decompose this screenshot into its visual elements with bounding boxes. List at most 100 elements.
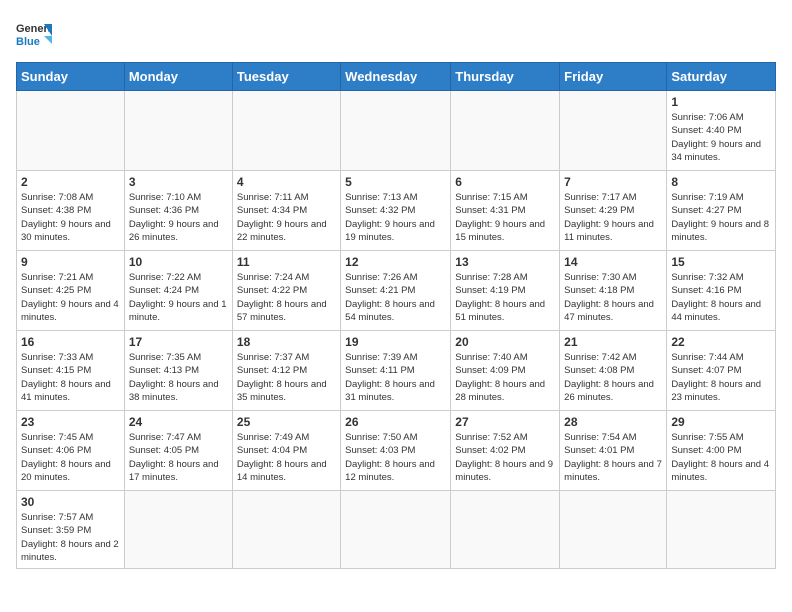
calendar-week-row: 2 Sunrise: 7:08 AM Sunset: 4:38 PM Daylig… bbox=[17, 171, 776, 251]
day-info: Sunrise: 7:45 AM Sunset: 4:06 PM Dayligh… bbox=[21, 431, 120, 484]
calendar-day-cell: 11 Sunrise: 7:24 AM Sunset: 4:22 PM Dayli… bbox=[232, 251, 340, 331]
calendar-day-cell bbox=[232, 91, 340, 171]
calendar-day-cell bbox=[560, 91, 667, 171]
calendar-day-cell: 6Sunrise: 7:15 AM Sunset: 4:31 PM Daylig… bbox=[451, 171, 560, 251]
day-number: 12 bbox=[345, 255, 446, 269]
calendar-day-cell: 8Sunrise: 7:19 AM Sunset: 4:27 PM Daylig… bbox=[667, 171, 776, 251]
day-info: Sunrise: 7:40 AM Sunset: 4:09 PM Dayligh… bbox=[455, 351, 555, 404]
calendar-day-cell: 7 Sunrise: 7:17 AM Sunset: 4:29 PM Daylig… bbox=[560, 171, 667, 251]
calendar-day-header: Friday bbox=[560, 63, 667, 91]
day-info: Sunrise: 7:13 AM Sunset: 4:32 PM Dayligh… bbox=[345, 191, 446, 244]
calendar-week-row: 23 Sunrise: 7:45 AM Sunset: 4:06 PM Dayli… bbox=[17, 411, 776, 491]
day-number: 16 bbox=[21, 335, 120, 349]
day-info: Sunrise: 7:52 AM Sunset: 4:02 PM Dayligh… bbox=[455, 431, 555, 484]
calendar-day-cell: 15Sunrise: 7:32 AM Sunset: 4:16 PM Dayli… bbox=[667, 251, 776, 331]
day-number: 28 bbox=[564, 415, 662, 429]
logo: General Blue bbox=[16, 16, 52, 52]
calendar-table: SundayMondayTuesdayWednesdayThursdayFrid… bbox=[16, 62, 776, 569]
day-info: Sunrise: 7:33 AM Sunset: 4:15 PM Dayligh… bbox=[21, 351, 120, 404]
calendar-day-header: Wednesday bbox=[341, 63, 451, 91]
day-info: Sunrise: 7:10 AM Sunset: 4:36 PM Dayligh… bbox=[129, 191, 228, 244]
day-info: Sunrise: 7:11 AM Sunset: 4:34 PM Dayligh… bbox=[237, 191, 336, 244]
calendar-day-cell: 25 Sunrise: 7:49 AM Sunset: 4:04 PM Dayli… bbox=[232, 411, 340, 491]
day-info: Sunrise: 7:15 AM Sunset: 4:31 PM Dayligh… bbox=[455, 191, 555, 244]
day-info: Sunrise: 7:44 AM Sunset: 4:07 PM Dayligh… bbox=[671, 351, 771, 404]
calendar-day-header: Tuesday bbox=[232, 63, 340, 91]
day-info: Sunrise: 7:54 AM Sunset: 4:01 PM Dayligh… bbox=[564, 431, 662, 484]
day-number: 23 bbox=[21, 415, 120, 429]
calendar-day-cell bbox=[341, 91, 451, 171]
day-info: Sunrise: 7:55 AM Sunset: 4:00 PM Dayligh… bbox=[671, 431, 771, 484]
day-number: 5 bbox=[345, 175, 446, 189]
calendar-day-cell bbox=[451, 91, 560, 171]
day-number: 18 bbox=[237, 335, 336, 349]
day-number: 19 bbox=[345, 335, 446, 349]
calendar-day-cell: 2 Sunrise: 7:08 AM Sunset: 4:38 PM Daylig… bbox=[17, 171, 125, 251]
calendar-day-cell: 12Sunrise: 7:26 AM Sunset: 4:21 PM Dayli… bbox=[341, 251, 451, 331]
day-info: Sunrise: 7:47 AM Sunset: 4:05 PM Dayligh… bbox=[129, 431, 228, 484]
day-number: 11 bbox=[237, 255, 336, 269]
calendar-day-cell: 9 Sunrise: 7:21 AM Sunset: 4:25 PM Daylig… bbox=[17, 251, 125, 331]
calendar-day-cell bbox=[341, 491, 451, 569]
calendar-day-cell: 27Sunrise: 7:52 AM Sunset: 4:02 PM Dayli… bbox=[451, 411, 560, 491]
day-number: 2 bbox=[21, 175, 120, 189]
day-info: Sunrise: 7:17 AM Sunset: 4:29 PM Dayligh… bbox=[564, 191, 662, 244]
calendar-day-header: Thursday bbox=[451, 63, 560, 91]
calendar-day-cell: 21 Sunrise: 7:42 AM Sunset: 4:08 PM Dayli… bbox=[560, 331, 667, 411]
day-info: Sunrise: 7:49 AM Sunset: 4:04 PM Dayligh… bbox=[237, 431, 336, 484]
day-number: 17 bbox=[129, 335, 228, 349]
day-number: 25 bbox=[237, 415, 336, 429]
day-info: Sunrise: 7:32 AM Sunset: 4:16 PM Dayligh… bbox=[671, 271, 771, 324]
calendar-day-cell: 3Sunrise: 7:10 AM Sunset: 4:36 PM Daylig… bbox=[124, 171, 232, 251]
calendar-day-cell bbox=[451, 491, 560, 569]
day-info: Sunrise: 7:42 AM Sunset: 4:08 PM Dayligh… bbox=[564, 351, 662, 404]
day-info: Sunrise: 7:35 AM Sunset: 4:13 PM Dayligh… bbox=[129, 351, 228, 404]
calendar-day-cell: 10 Sunrise: 7:22 AM Sunset: 4:24 PM Dayli… bbox=[124, 251, 232, 331]
calendar-day-cell: 19 Sunrise: 7:39 AM Sunset: 4:11 PM Dayli… bbox=[341, 331, 451, 411]
day-number: 30 bbox=[21, 495, 120, 509]
day-info: Sunrise: 7:21 AM Sunset: 4:25 PM Dayligh… bbox=[21, 271, 120, 324]
calendar-day-cell: 23 Sunrise: 7:45 AM Sunset: 4:06 PM Dayli… bbox=[17, 411, 125, 491]
calendar-header-row: SundayMondayTuesdayWednesdayThursdayFrid… bbox=[17, 63, 776, 91]
calendar-day-cell bbox=[667, 491, 776, 569]
day-number: 8 bbox=[671, 175, 771, 189]
day-info: Sunrise: 7:08 AM Sunset: 4:38 PM Dayligh… bbox=[21, 191, 120, 244]
day-number: 20 bbox=[455, 335, 555, 349]
calendar-day-cell bbox=[232, 491, 340, 569]
day-info: Sunrise: 7:39 AM Sunset: 4:11 PM Dayligh… bbox=[345, 351, 446, 404]
calendar-day-cell: 30 Sunrise: 7:57 AM Sunset: 3:59 PM Dayli… bbox=[17, 491, 125, 569]
calendar-day-cell: 17 Sunrise: 7:35 AM Sunset: 4:13 PM Dayli… bbox=[124, 331, 232, 411]
day-info: Sunrise: 7:24 AM Sunset: 4:22 PM Dayligh… bbox=[237, 271, 336, 324]
day-info: Sunrise: 7:37 AM Sunset: 4:12 PM Dayligh… bbox=[237, 351, 336, 404]
day-number: 13 bbox=[455, 255, 555, 269]
day-number: 29 bbox=[671, 415, 771, 429]
logo-svg: General Blue bbox=[16, 16, 52, 52]
calendar-day-cell: 26Sunrise: 7:50 AM Sunset: 4:03 PM Dayli… bbox=[341, 411, 451, 491]
day-info: Sunrise: 7:06 AM Sunset: 4:40 PM Dayligh… bbox=[671, 111, 771, 164]
calendar-day-cell: 24 Sunrise: 7:47 AM Sunset: 4:05 PM Dayli… bbox=[124, 411, 232, 491]
calendar-day-cell bbox=[560, 491, 667, 569]
calendar-day-cell: 16 Sunrise: 7:33 AM Sunset: 4:15 PM Dayli… bbox=[17, 331, 125, 411]
calendar-week-row: 16 Sunrise: 7:33 AM Sunset: 4:15 PM Dayli… bbox=[17, 331, 776, 411]
day-info: Sunrise: 7:28 AM Sunset: 4:19 PM Dayligh… bbox=[455, 271, 555, 324]
day-number: 10 bbox=[129, 255, 228, 269]
page-header: General Blue bbox=[16, 16, 776, 52]
day-number: 24 bbox=[129, 415, 228, 429]
calendar-day-cell: 13 Sunrise: 7:28 AM Sunset: 4:19 PM Dayli… bbox=[451, 251, 560, 331]
calendar-day-cell bbox=[17, 91, 125, 171]
calendar-day-cell: 5 Sunrise: 7:13 AM Sunset: 4:32 PM Daylig… bbox=[341, 171, 451, 251]
day-number: 22 bbox=[671, 335, 771, 349]
day-number: 7 bbox=[564, 175, 662, 189]
day-number: 9 bbox=[21, 255, 120, 269]
calendar-week-row: 30 Sunrise: 7:57 AM Sunset: 3:59 PM Dayli… bbox=[17, 491, 776, 569]
day-number: 21 bbox=[564, 335, 662, 349]
calendar-day-cell: 22 Sunrise: 7:44 AM Sunset: 4:07 PM Dayli… bbox=[667, 331, 776, 411]
day-number: 26 bbox=[345, 415, 446, 429]
calendar-day-cell: 29 Sunrise: 7:55 AM Sunset: 4:00 PM Dayli… bbox=[667, 411, 776, 491]
day-info: Sunrise: 7:22 AM Sunset: 4:24 PM Dayligh… bbox=[129, 271, 228, 324]
day-info: Sunrise: 7:57 AM Sunset: 3:59 PM Dayligh… bbox=[21, 511, 120, 564]
calendar-week-row: 9 Sunrise: 7:21 AM Sunset: 4:25 PM Daylig… bbox=[17, 251, 776, 331]
calendar-day-header: Saturday bbox=[667, 63, 776, 91]
day-info: Sunrise: 7:30 AM Sunset: 4:18 PM Dayligh… bbox=[564, 271, 662, 324]
day-number: 14 bbox=[564, 255, 662, 269]
